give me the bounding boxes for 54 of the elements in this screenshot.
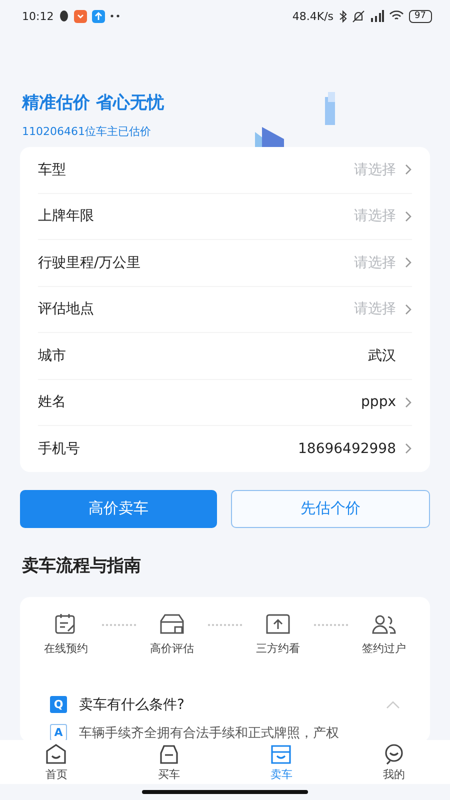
battery-indicator: 97 <box>408 10 432 22</box>
step-label: 签约过户 <box>362 640 406 656</box>
network-speed: 48.4K/s <box>292 10 334 22</box>
tab-item[interactable]: 卖车 <box>225 740 338 784</box>
form-row[interactable]: 行驶里程/万公里 请选择 <box>38 240 412 286</box>
select-placeholder: 请选择 <box>354 207 396 226</box>
hero-subtitle: 110206461位车主已估价 <box>22 124 152 139</box>
faq-question: 卖车有什么条件? <box>79 696 186 714</box>
field-label: 姓名 <box>38 393 67 412</box>
tab-icon <box>44 742 68 764</box>
form-row[interactable]: 城市 武汉 <box>38 333 412 380</box>
home-indicator[interactable] <box>142 790 308 794</box>
step-label: 三方约看 <box>256 640 300 656</box>
app-icon <box>74 10 87 22</box>
field-label: 车型 <box>38 160 67 179</box>
people-icon <box>371 612 397 634</box>
select-placeholder: 请选择 <box>354 160 396 179</box>
estimate-button[interactable]: 先估个价 <box>231 490 430 528</box>
form-row[interactable]: 车型 请选择 <box>38 147 412 194</box>
upload-box-icon <box>265 612 291 634</box>
calendar-icon <box>54 612 78 634</box>
form-row[interactable]: 上牌年限 请选择 <box>38 194 412 240</box>
more-icon <box>110 14 120 18</box>
question-badge: Q <box>50 696 67 713</box>
select-placeholder: 请选择 <box>354 300 396 318</box>
wifi-icon <box>388 10 404 22</box>
section-title: 卖车流程与指南 <box>22 554 142 576</box>
field-value: pppx <box>361 394 396 410</box>
field-value: 18696492998 <box>298 440 396 457</box>
field-label: 行驶里程/万公里 <box>38 254 142 272</box>
step-label: 在线预约 <box>44 640 88 656</box>
form-row[interactable]: 姓名 pppx <box>38 380 412 426</box>
status-time: 10:12 <box>22 10 54 22</box>
field-label: 上牌年限 <box>38 207 95 226</box>
field-label: 手机号 <box>38 440 81 458</box>
faq-answer: 车辆手续齐全拥有合法手续和正式牌照，产权 <box>79 724 339 740</box>
upload-icon <box>92 10 105 22</box>
bluetooth-icon <box>338 10 347 22</box>
form-row[interactable]: 手机号 18696492998 <box>38 426 412 472</box>
collapse-caret-icon[interactable] <box>386 700 400 708</box>
form-row[interactable]: 评估地点 请选择 <box>38 286 412 333</box>
sell-button[interactable]: 高价卖车 <box>20 490 217 528</box>
mute-bell-icon <box>352 10 365 22</box>
tab-item[interactable]: 我的 <box>338 740 450 784</box>
tab-item[interactable]: 首页 <box>0 740 112 784</box>
field-label: 评估地点 <box>38 300 95 318</box>
field-label: 城市 <box>38 346 67 365</box>
signal-icon <box>370 10 384 22</box>
field-value: 武汉 <box>368 346 396 365</box>
step-label: 高价评估 <box>150 640 194 656</box>
tab-item[interactable]: 买车 <box>112 740 225 784</box>
hero-title: 精准估价 省心无忧 <box>22 92 165 114</box>
tab-icon <box>269 742 294 764</box>
select-placeholder: 请选择 <box>354 254 396 272</box>
